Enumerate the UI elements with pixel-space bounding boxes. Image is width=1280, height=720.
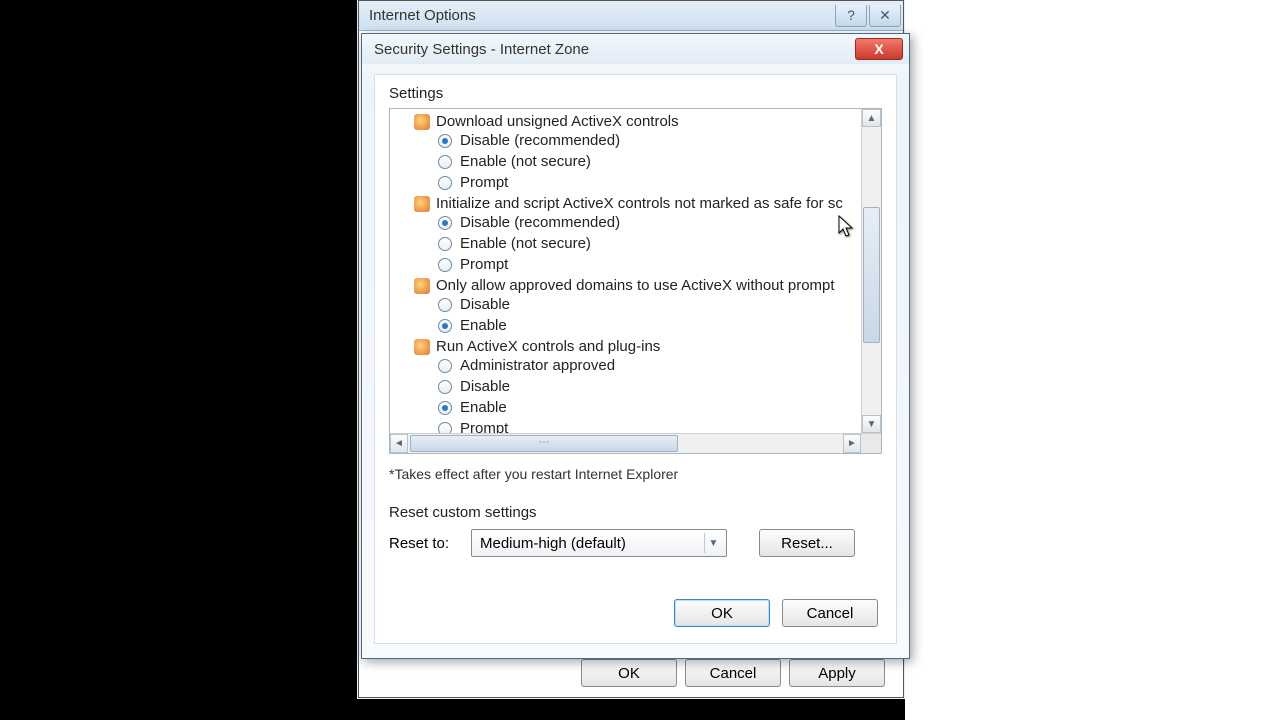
radio-option[interactable]: Administrator approved <box>414 355 861 376</box>
setting-group: Only allow approved domains to use Activ… <box>414 277 861 336</box>
radio-option[interactable]: Enable <box>414 397 861 418</box>
chevron-down-icon[interactable]: ▼ <box>704 533 722 553</box>
setting-group-label: Run ActiveX controls and plug-ins <box>436 338 660 355</box>
radio-label: Disable <box>460 294 510 315</box>
dialog-titlebar: Security Settings - Internet Zone X <box>362 34 909 64</box>
scroll-corner <box>861 434 881 453</box>
radio-label: Enable (not secure) <box>460 151 591 172</box>
reset-level-combobox[interactable]: Medium-high (default) ▼ <box>471 529 727 557</box>
radio-icon[interactable] <box>438 380 452 394</box>
radio-icon[interactable] <box>438 298 452 312</box>
radio-icon[interactable] <box>438 422 452 434</box>
settings-tree[interactable]: Download unsigned ActiveX controlsDisabl… <box>390 109 861 433</box>
internet-options-title: Internet Options <box>369 7 476 24</box>
radio-label: Prompt <box>460 172 508 193</box>
activex-icon <box>414 339 430 355</box>
activex-icon <box>414 114 430 130</box>
parent-ok-button[interactable]: OK <box>581 659 677 687</box>
radio-label: Prompt <box>460 254 508 275</box>
settings-listbox: Download unsigned ActiveX controlsDisabl… <box>389 108 882 454</box>
dialog-close-button[interactable]: X <box>855 38 903 60</box>
radio-label: Enable <box>460 397 507 418</box>
setting-group: Initialize and script ActiveX controls n… <box>414 195 861 275</box>
scroll-up-arrow[interactable]: ▲ <box>862 109 881 127</box>
radio-label: Disable (recommended) <box>460 130 620 151</box>
radio-option[interactable]: Prompt <box>414 254 861 275</box>
radio-icon[interactable] <box>438 319 452 333</box>
settings-label: Settings <box>389 85 882 102</box>
activex-icon <box>414 196 430 212</box>
ok-button[interactable]: OK <box>674 599 770 627</box>
dialog-title: Security Settings - Internet Zone <box>374 41 589 58</box>
setting-group-label: Only allow approved domains to use Activ… <box>436 277 835 294</box>
radio-label: Disable (recommended) <box>460 212 620 233</box>
radio-option[interactable]: Disable (recommended) <box>414 130 861 151</box>
security-settings-dialog: Security Settings - Internet Zone X Sett… <box>361 33 910 659</box>
scroll-right-arrow[interactable]: ► <box>843 434 861 453</box>
radio-label: Prompt <box>460 418 508 433</box>
reset-button[interactable]: Reset... <box>759 529 855 557</box>
radio-option[interactable]: Disable <box>414 376 861 397</box>
radio-icon[interactable] <box>438 401 452 415</box>
restart-note: *Takes effect after you restart Internet… <box>389 466 882 482</box>
setting-group-header: Initialize and script ActiveX controls n… <box>414 195 861 212</box>
radio-icon[interactable] <box>438 155 452 169</box>
vertical-scrollbar[interactable]: ▲ ▼ <box>861 109 881 433</box>
reset-section-label: Reset custom settings <box>389 504 882 521</box>
radio-icon[interactable] <box>438 134 452 148</box>
close-button[interactable]: ✕ <box>869 5 901 27</box>
scroll-thumb[interactable] <box>863 207 880 343</box>
radio-label: Enable (not secure) <box>460 233 591 254</box>
setting-group-header: Only allow approved domains to use Activ… <box>414 277 861 294</box>
setting-group: Download unsigned ActiveX controlsDisabl… <box>414 113 861 193</box>
radio-option[interactable]: Disable (recommended) <box>414 212 861 233</box>
radio-icon[interactable] <box>438 258 452 272</box>
setting-group-label: Download unsigned ActiveX controls <box>436 113 679 130</box>
radio-option[interactable]: Enable <box>414 315 861 336</box>
setting-group-header: Download unsigned ActiveX controls <box>414 113 861 130</box>
activex-icon <box>414 278 430 294</box>
radio-label: Disable <box>460 376 510 397</box>
radio-icon[interactable] <box>438 237 452 251</box>
radio-option[interactable]: Enable (not secure) <box>414 151 861 172</box>
setting-group-header: Run ActiveX controls and plug-ins <box>414 338 861 355</box>
radio-label: Enable <box>460 315 507 336</box>
parent-cancel-button[interactable]: Cancel <box>685 659 781 687</box>
help-button[interactable]: ? <box>835 5 867 27</box>
reset-level-value: Medium-high (default) <box>480 535 626 552</box>
internet-options-titlebar: Internet Options ? ✕ <box>359 1 903 31</box>
horizontal-scrollbar[interactable]: ◄ ··· ► <box>390 433 881 453</box>
radio-icon[interactable] <box>438 359 452 373</box>
scroll-left-arrow[interactable]: ◄ <box>390 434 408 453</box>
hscroll-thumb[interactable]: ··· <box>410 435 678 452</box>
background-page: Ice Suggested Sites ▼ Get More Add-ons S… <box>905 0 1280 720</box>
radio-icon[interactable] <box>438 176 452 190</box>
radio-option[interactable]: Disable <box>414 294 861 315</box>
mouse-cursor <box>838 215 856 239</box>
setting-group-label: Initialize and script ActiveX controls n… <box>436 195 843 212</box>
scroll-down-arrow[interactable]: ▼ <box>862 415 881 433</box>
setting-group: Run ActiveX controls and plug-insAdminis… <box>414 338 861 433</box>
radio-label: Administrator approved <box>460 355 615 376</box>
radio-option[interactable]: Prompt <box>414 418 861 433</box>
reset-to-label: Reset to: <box>389 535 461 552</box>
radio-icon[interactable] <box>438 216 452 230</box>
cancel-button[interactable]: Cancel <box>782 599 878 627</box>
radio-option[interactable]: Enable (not secure) <box>414 233 861 254</box>
parent-apply-button[interactable]: Apply <box>789 659 885 687</box>
radio-option[interactable]: Prompt <box>414 172 861 193</box>
